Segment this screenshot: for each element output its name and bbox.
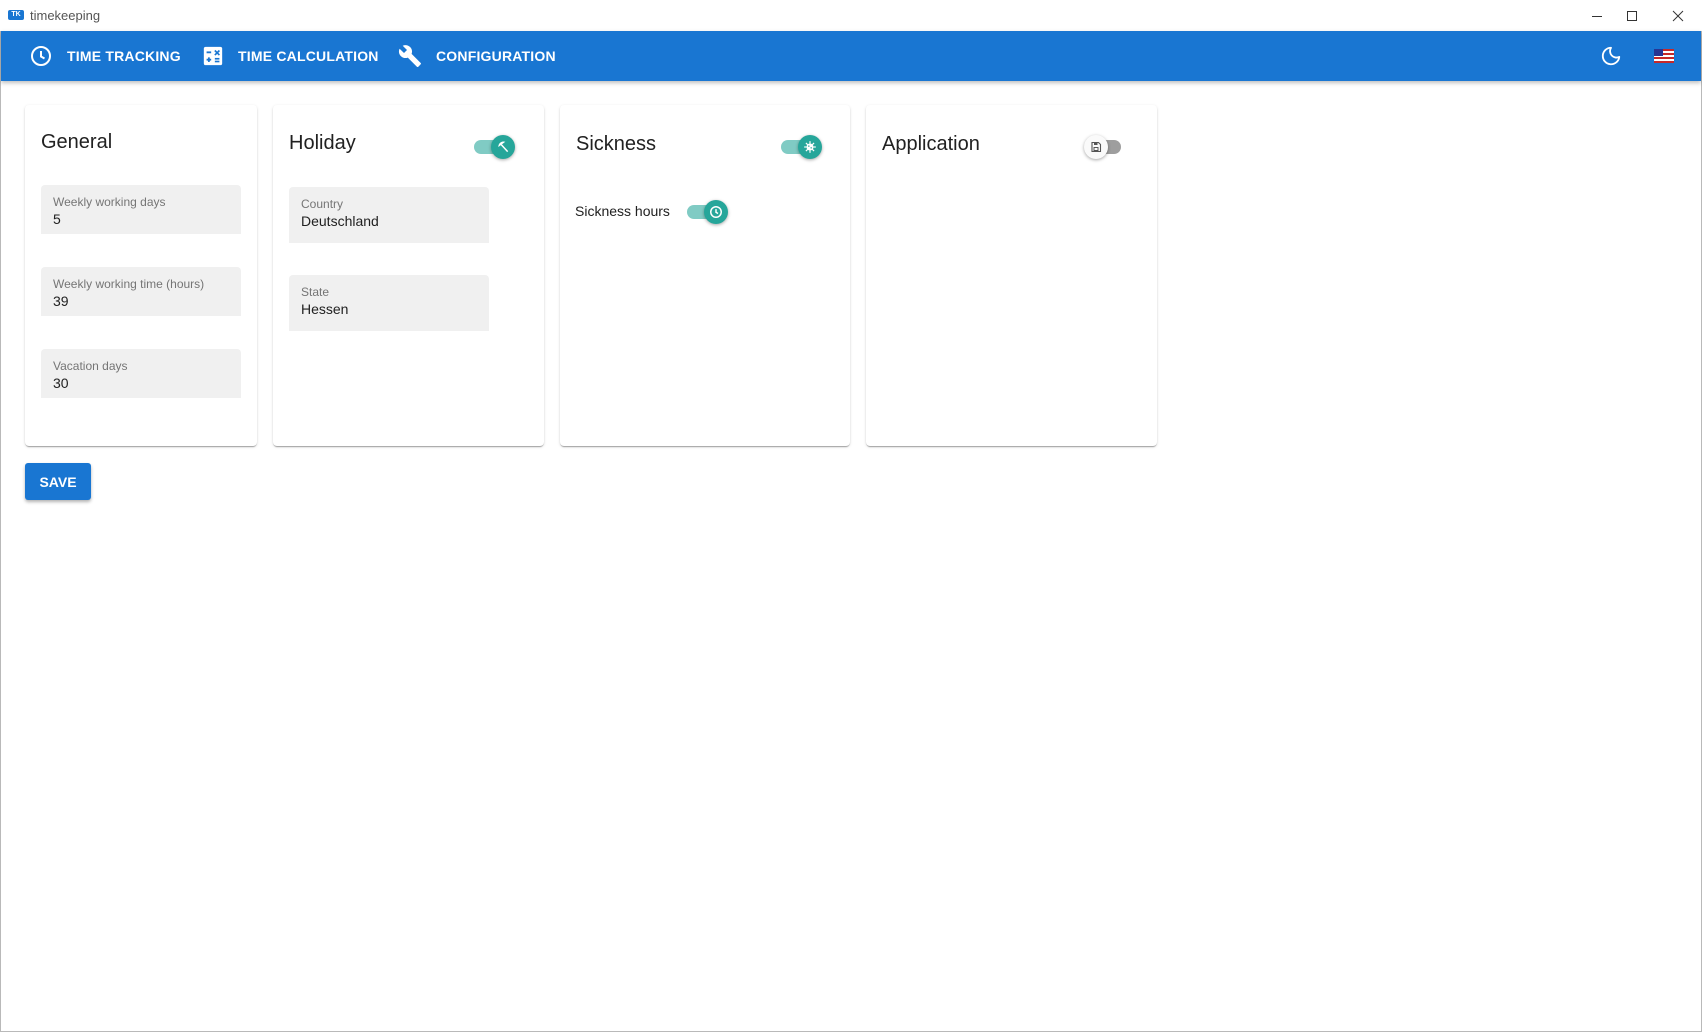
sickness-hours-toggle[interactable] — [684, 198, 730, 226]
holiday-title: Holiday — [289, 132, 356, 154]
sickness-toggle[interactable] — [778, 133, 824, 161]
nav-time-tracking[interactable]: TIME TRACKING — [29, 31, 181, 81]
vacation-days-field[interactable]: Vacation days 30 — [41, 349, 241, 398]
sickness-hours-label: Sickness hours — [575, 203, 670, 219]
window-title: timekeeping — [30, 8, 101, 23]
state-select[interactable]: State Hessen — [289, 275, 489, 331]
weekly-working-time-label: Weekly working time (hours) — [53, 277, 205, 291]
save-button[interactable]: SAVE — [25, 463, 91, 500]
title-bar: TK timekeeping — [0, 0, 1702, 31]
holiday-card: Holiday Country Deutschland State Hessen — [273, 105, 544, 446]
vacation-days-label: Vacation days — [53, 359, 128, 373]
nav-time-tracking-label: TIME TRACKING — [67, 48, 181, 64]
language-button[interactable] — [1652, 44, 1676, 68]
holiday-toggle-thumb — [491, 135, 515, 159]
general-title: General — [41, 131, 113, 153]
top-toolbar: TIME TRACKING TIME CALCULATION CONFIGURA… — [1, 31, 1701, 81]
weekly-working-time-field[interactable]: Weekly working time (hours) 39 — [41, 267, 241, 316]
clock-icon — [710, 206, 722, 218]
application-toggle-thumb — [1084, 135, 1108, 159]
vacation-days-value: 30 — [53, 375, 69, 391]
minimize-icon — [1592, 15, 1602, 17]
save-icon — [1091, 141, 1102, 153]
nav-configuration[interactable]: CONFIGURATION — [398, 31, 556, 81]
sickness-toggle-thumb — [798, 135, 822, 159]
calculator-icon — [203, 46, 223, 66]
us-flag-icon — [1654, 49, 1674, 63]
close-icon — [1672, 10, 1684, 21]
weekly-working-days-field[interactable]: Weekly working days 5 — [41, 185, 241, 234]
app-logo: TK — [8, 10, 24, 20]
sickness-title: Sickness — [576, 133, 657, 155]
nav-time-calculation[interactable]: TIME CALCULATION — [202, 31, 379, 81]
maximize-button[interactable] — [1609, 0, 1655, 31]
application-toggle[interactable] — [1084, 133, 1130, 161]
weekly-working-time-value: 39 — [53, 293, 69, 309]
country-label: Country — [301, 197, 344, 211]
virus-icon — [804, 141, 816, 153]
weekly-working-days-label: Weekly working days — [53, 195, 166, 209]
weekly-working-days-value: 5 — [53, 211, 61, 227]
holiday-toggle[interactable] — [471, 133, 517, 161]
wrench-icon — [398, 45, 421, 67]
country-select[interactable]: Country Deutschland — [289, 187, 489, 243]
sickness-card: Sickness Sickness hours — [560, 105, 850, 446]
sickness-hours-toggle-thumb — [704, 200, 728, 224]
country-value: Deutschland — [301, 213, 379, 229]
application-card: Application — [866, 105, 1157, 446]
state-label: State — [301, 285, 330, 299]
maximize-icon — [1627, 10, 1637, 21]
close-button[interactable] — [1655, 0, 1701, 31]
clock-icon — [31, 46, 51, 66]
application-title: Application — [882, 133, 980, 155]
moon-icon — [1601, 46, 1621, 66]
state-value: Hessen — [301, 301, 349, 317]
theme-toggle-button[interactable] — [1599, 44, 1623, 68]
general-card: General Weekly working days 5 Weekly wor… — [25, 105, 257, 446]
nav-time-calculation-label: TIME CALCULATION — [238, 48, 379, 64]
beach-umbrella-icon — [498, 141, 509, 153]
nav-configuration-label: CONFIGURATION — [436, 48, 556, 64]
